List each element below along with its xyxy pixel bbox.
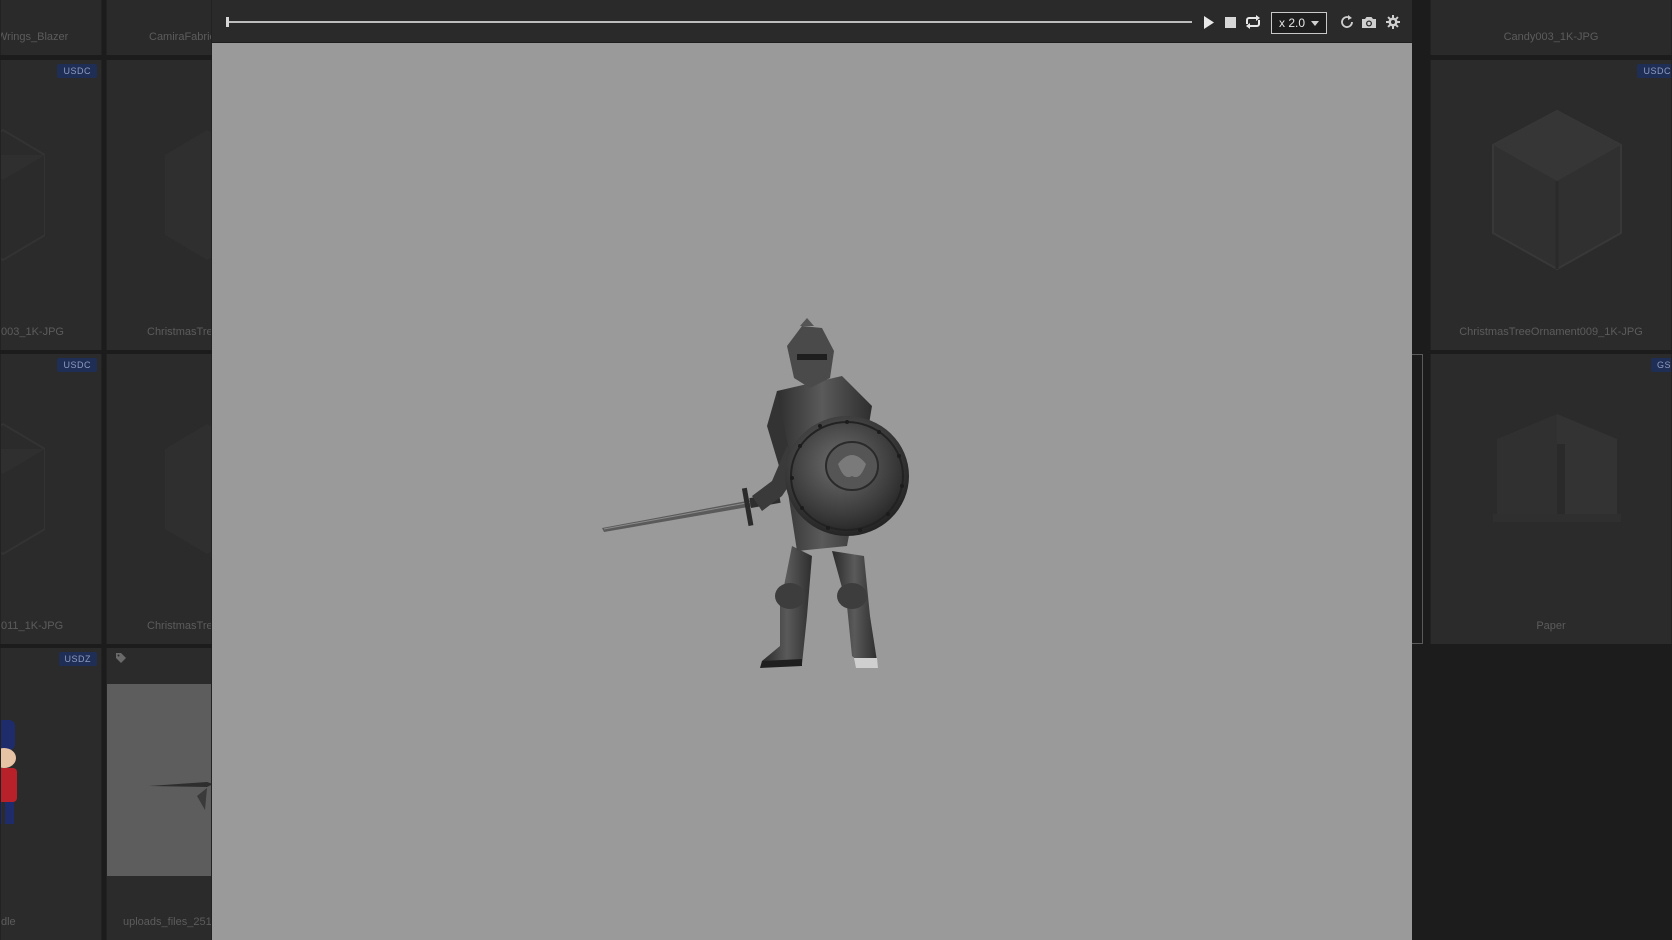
stop-button[interactable] [1220,12,1240,32]
asset-card[interactable]: Candy003_1K-JPG [1430,0,1672,55]
play-button[interactable] [1199,12,1219,32]
asset-card[interactable]: USDC 011_1K-JPG [0,354,102,644]
asset-card[interactable]: GS Paper [1430,354,1672,644]
asset-card[interactable]: ChristmasTre [106,60,212,350]
asset-card[interactable]: USDC 003_1K-JPG [0,60,102,350]
gear-icon [1386,15,1400,29]
model-viewer[interactable]: x 2.0 [212,0,1412,940]
asset-card[interactable]: CamiraFabric [106,0,212,55]
cube-placeholder-icon [1,422,45,556]
asset-browser: Wrings_Blazer CamiraFabric Candy003_1K-J… [0,0,1672,940]
loop-button[interactable] [1243,12,1263,32]
asset-name: uploads_files_251 [123,916,212,928]
cube-placeholder-icon [1,128,45,262]
camera-icon [1362,16,1376,28]
asset-name: Wrings_Blazer [0,31,69,43]
timeline-scrubber[interactable] [226,17,229,27]
format-badge: USDZ [58,652,97,666]
asset-name: Paper [1536,620,1566,632]
speed-value: x 2.0 [1279,16,1306,30]
asset-name: ChristmasTreeOrnament009_1K-JPG [1459,326,1643,338]
asset-card[interactable]: ChristmasTre [106,354,212,644]
asset-name: ChristmasTre [147,620,212,632]
asset-name: 011_1K-JPG [1,620,64,632]
asset-card[interactable]: uploads_files_251 [106,648,212,940]
viewer-toolbar: x 2.0 [212,0,1412,43]
asset-name: dle [1,916,16,928]
cube-placeholder-icon [165,130,211,260]
stop-icon [1224,16,1236,28]
format-badge: USDC [1637,64,1671,78]
screenshot-button[interactable] [1359,12,1379,32]
asset-name: CamiraFabric [149,31,212,43]
asset-thumbnail [107,684,211,876]
playback-speed-select[interactable]: x 2.0 [1271,12,1327,34]
play-icon [1204,15,1214,29]
asset-card[interactable]: USDZ dle [0,648,102,940]
format-badge: GS [1650,358,1671,372]
cube-placeholder-icon [1492,109,1622,271]
cube-placeholder-icon [165,424,211,554]
knight-3d-model[interactable] [602,316,952,680]
asset-card[interactable]: Wrings_Blazer [0,0,102,55]
chevron-down-icon [1311,21,1319,26]
asset-card[interactable]: USDC ChristmasTreeOrnament009_1K-JPG [1430,60,1672,350]
toy-soldier-thumbnail [1,720,17,824]
plane-model-icon [149,782,211,810]
refresh-icon [1341,15,1353,28]
settings-button[interactable] [1383,12,1403,32]
animation-timeline[interactable] [228,21,1192,23]
format-badge: USDC [57,64,97,78]
asset-name: Candy003_1K-JPG [1503,31,1599,43]
format-badge: USDC [57,358,97,372]
asset-name: 003_1K-JPG [1,326,64,338]
asset-name: ChristmasTre [147,326,212,338]
loop-icon [1246,15,1260,29]
tag-icon [116,653,126,663]
reset-view-button[interactable] [1337,12,1357,32]
paper-placeholder-icon [1493,414,1621,522]
